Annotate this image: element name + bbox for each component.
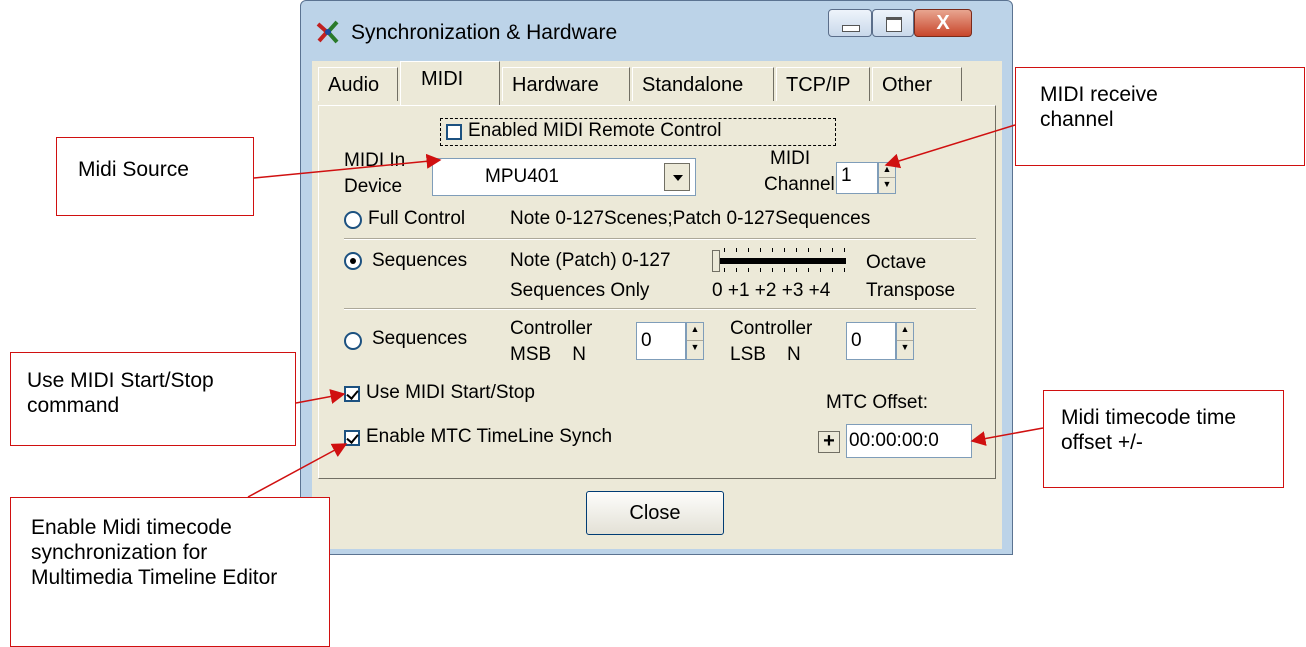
tab-standalone[interactable]: Standalone <box>632 67 774 101</box>
callout-start-stop-text: Use MIDI Start/Stop command <box>27 369 214 417</box>
callout-timecode-sync: Enable Midi timecode synchronization for… <box>10 497 330 647</box>
start-stop-label: Use MIDI Start/Stop <box>366 382 535 403</box>
spin-up-icon[interactable]: ▲ <box>897 323 913 341</box>
minimize-button[interactable] <box>828 9 872 37</box>
controller2-label-1: Controller <box>730 318 813 339</box>
mtc-offset-input[interactable]: 00:00:00:0 <box>846 424 972 458</box>
mtc-sign-button[interactable]: + <box>818 431 840 453</box>
spin-down-icon[interactable]: ▼ <box>897 341 913 359</box>
sequences-desc-1: Note (Patch) 0-127 <box>510 250 671 271</box>
callout-timecode-sync-text: Enable Midi timecode synchronization for… <box>31 516 278 589</box>
title-bar[interactable]: Synchronization & Hardware X <box>301 1 1012 61</box>
window-title: Synchronization & Hardware <box>351 21 618 44</box>
separator <box>344 238 976 240</box>
separator <box>344 308 976 310</box>
tab-strip: Audio MIDI Hardware Standalone TCP/IP Ot… <box>312 61 1002 105</box>
sequences-label: Sequences <box>372 250 468 271</box>
full-control-radio[interactable] <box>344 211 362 229</box>
midi-channel-label-1: MIDI <box>770 148 811 169</box>
full-control-desc: Note 0-127Scenes;Patch 0-127Sequences <box>510 208 871 229</box>
close-button[interactable]: Close <box>586 491 724 535</box>
remote-control-label: Enabled MIDI Remote Control <box>468 120 722 141</box>
octave-slider-thumb[interactable] <box>712 250 720 272</box>
sequences-radio[interactable] <box>344 252 362 270</box>
midi-channel-spinner[interactable]: ▲ ▼ <box>878 162 896 194</box>
full-control-label: Full Control <box>368 208 466 229</box>
maximize-button[interactable] <box>872 9 914 37</box>
midi-in-label-1: MIDI In <box>344 150 406 171</box>
controller1-label-2: MSB N <box>510 344 587 365</box>
remote-control-checkbox[interactable] <box>446 124 462 140</box>
octave-slider[interactable] <box>718 258 846 264</box>
spin-up-icon[interactable]: ▲ <box>879 163 895 178</box>
tab-other[interactable]: Other <box>872 67 962 101</box>
controller-sequences-label: Sequences <box>372 328 468 349</box>
callout-start-stop: Use MIDI Start/Stop command <box>10 352 296 446</box>
dropdown-arrow-icon[interactable] <box>664 163 690 191</box>
app-icon <box>316 20 339 44</box>
mtc-sync-label: Enable MTC TimeLine Synch <box>366 426 613 447</box>
midi-channel-label-2: Channel <box>764 174 835 195</box>
callout-timecode-offset-text: Midi timecode time offset +/- <box>1061 406 1237 454</box>
callout-midi-source: Midi Source <box>56 137 254 216</box>
spin-down-icon[interactable]: ▼ <box>687 341 703 359</box>
midi-in-device-select[interactable]: MPU401 <box>432 158 696 196</box>
controller2-label-2: LSB N <box>730 344 801 365</box>
callout-receive-channel: MIDI receive channel <box>1015 67 1305 166</box>
callout-receive-channel-text: MIDI receive channel <box>1040 83 1158 131</box>
midi-channel-input[interactable]: 1 <box>836 162 878 194</box>
controller1-label-1: Controller <box>510 318 593 339</box>
tab-tcpip[interactable]: TCP/IP <box>776 67 870 101</box>
octave-label: Octave <box>866 252 927 273</box>
controller2-input[interactable]: 0 <box>846 322 896 360</box>
mtc-sync-checkbox[interactable] <box>344 430 360 446</box>
spin-up-icon[interactable]: ▲ <box>687 323 703 341</box>
mtc-offset-label: MTC Offset: <box>826 392 929 413</box>
close-window-button[interactable]: X <box>914 9 972 37</box>
midi-in-label-2: Device <box>344 176 403 197</box>
controller2-spinner[interactable]: ▲ ▼ <box>896 322 914 360</box>
octave-ticks-label: 0 +1 +2 +3 +4 <box>712 280 831 301</box>
tab-midi[interactable]: MIDI <box>400 61 500 105</box>
close-icon: X <box>936 12 950 34</box>
tab-hardware[interactable]: Hardware <box>502 67 630 101</box>
callout-timecode-offset: Midi timecode time offset +/- <box>1043 390 1284 488</box>
spin-down-icon[interactable]: ▼ <box>879 178 895 193</box>
start-stop-checkbox[interactable] <box>344 386 360 402</box>
transpose-label: Transpose <box>866 280 956 301</box>
controller1-spinner[interactable]: ▲ ▼ <box>686 322 704 360</box>
tab-audio[interactable]: Audio <box>318 67 398 101</box>
controller1-input[interactable]: 0 <box>636 322 686 360</box>
dialog-window: Synchronization & Hardware X Audio MIDI … <box>300 0 1013 555</box>
octave-slider-ticks-bottom <box>724 268 848 272</box>
controller-sequences-radio[interactable] <box>344 332 362 350</box>
octave-slider-ticks <box>724 248 848 252</box>
sequences-desc-2: Sequences Only <box>510 280 650 301</box>
